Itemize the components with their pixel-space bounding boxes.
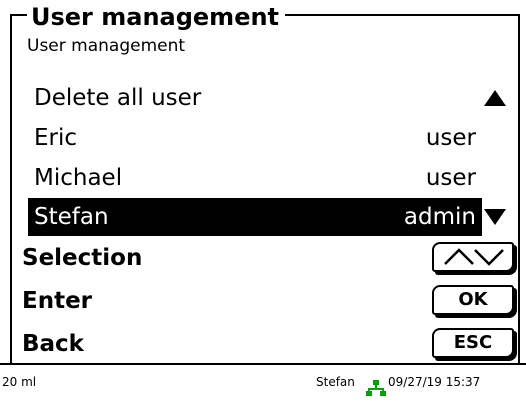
- status-bar: 20 ml Stefan 09/27/19 15:37: [0, 363, 526, 399]
- network-icon: [366, 375, 386, 409]
- back-label: Back: [22, 331, 84, 357]
- esc-button[interactable]: ESC: [432, 328, 514, 358]
- list-item-user-eric[interactable]: Eric user: [28, 119, 516, 157]
- softkey-selection-row: Selection: [22, 238, 516, 278]
- list-item-label: Eric: [34, 125, 78, 151]
- list-item-label: Delete all user: [34, 85, 202, 111]
- list-item-user-michael[interactable]: Michael user: [28, 159, 516, 197]
- list-item-label: Stefan: [34, 204, 109, 230]
- softkey-enter-row: Enter OK: [22, 281, 516, 321]
- scroll-down-arrow-icon[interactable]: [484, 209, 506, 225]
- page-subtitle: User management: [27, 36, 186, 56]
- ok-button[interactable]: OK: [432, 285, 514, 315]
- up-down-arrows-icon: [444, 248, 504, 266]
- datetime-readout: 09/27/19 15:37: [388, 375, 481, 389]
- selection-label: Selection: [22, 245, 143, 271]
- volume-readout: 20 ml: [2, 375, 37, 389]
- scroll-up-arrow-icon[interactable]: [484, 90, 506, 106]
- enter-label: Enter: [22, 288, 93, 314]
- list-item-label: Michael: [34, 165, 123, 191]
- list-item-delete-all-user[interactable]: Delete all user: [28, 79, 516, 117]
- softkey-back-row: Back ESC: [22, 324, 516, 364]
- list-item-role: user: [425, 165, 476, 191]
- list-item-user-stefan[interactable]: Stefan admin: [28, 198, 482, 236]
- page-title: User management: [27, 2, 286, 32]
- current-user: Stefan: [316, 375, 355, 389]
- selection-up-down-button[interactable]: [432, 242, 514, 272]
- list-item-role: user: [425, 125, 476, 151]
- list-item-role: admin: [403, 204, 476, 230]
